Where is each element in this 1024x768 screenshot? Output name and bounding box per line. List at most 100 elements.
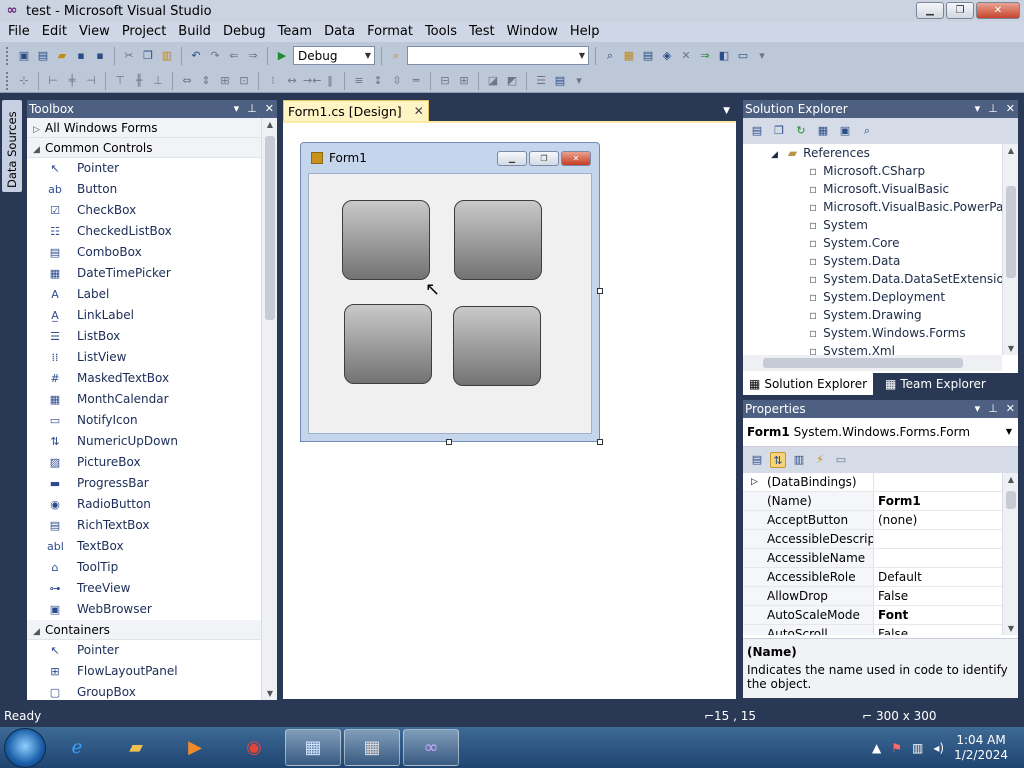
scrollbar-thumb[interactable] xyxy=(1006,491,1016,509)
toolbox-item-checkbox[interactable]: ☑ CheckBox xyxy=(27,200,261,221)
close-icon[interactable]: ✕ xyxy=(265,100,274,118)
property-row[interactable]: AccessibleRole Default xyxy=(743,568,1002,587)
property-value[interactable]: Form1 xyxy=(874,492,921,510)
start-page-icon[interactable]: ⇒ xyxy=(697,48,713,64)
toolbox-item-progressbar[interactable]: ▬ ProgressBar xyxy=(27,473,261,494)
toolbox-item-monthcalendar[interactable]: ▦ MonthCalendar xyxy=(27,389,261,410)
clock[interactable]: 1:04 AM 1/2/2024 xyxy=(954,733,1008,763)
property-row[interactable]: (Name) Form1 xyxy=(743,492,1002,511)
solution-explorer-vscrollbar[interactable]: ▲ ▼ xyxy=(1002,144,1018,355)
align-bottoms-icon[interactable]: ⊥ xyxy=(150,73,166,89)
toolbox-item-listview[interactable]: ⁞⁞ ListView xyxy=(27,347,261,368)
view-code-icon[interactable]: ▦ xyxy=(815,123,831,139)
rounded-button-1[interactable] xyxy=(342,200,430,280)
property-row[interactable]: ▷ (DataBindings) xyxy=(743,473,1002,492)
form-client-area[interactable] xyxy=(308,173,592,434)
window-position-dropdown-icon[interactable]: ▾ xyxy=(975,100,981,118)
navigate-forward-icon[interactable]: ⇒ xyxy=(245,48,261,64)
make-same-size-icon[interactable]: ⊞ xyxy=(217,73,233,89)
menu-data[interactable]: Data xyxy=(318,22,361,42)
scrollbar-thumb[interactable] xyxy=(763,358,963,368)
decrease-horizontal-spacing-icon[interactable]: →← xyxy=(303,73,321,89)
toolbox-item-listbox[interactable]: ☰ ListBox xyxy=(27,326,261,347)
toolbox-item-tooltip[interactable]: ⌂ ToolTip xyxy=(27,557,261,578)
categorized-icon[interactable]: ▤ xyxy=(749,452,765,468)
menu-file[interactable]: File xyxy=(2,22,36,42)
align-rights-icon[interactable]: ⊣ xyxy=(83,73,99,89)
property-row[interactable]: AcceptButton (none) xyxy=(743,511,1002,530)
paste-icon[interactable]: ▥ xyxy=(159,48,175,64)
center-vertically-icon[interactable]: ⊞ xyxy=(456,73,472,89)
remote-desktop-icon[interactable]: ▦ xyxy=(285,729,341,766)
chrome-icon[interactable]: ◉ xyxy=(226,729,282,766)
tree-node-folder[interactable]: ◢ ▰ References xyxy=(743,144,1002,162)
tab-order-icon[interactable]: ☰ xyxy=(533,73,549,89)
visual-studio-taskbar-icon[interactable]: ∞ xyxy=(403,729,459,766)
find-icon[interactable]: ⌕ xyxy=(602,48,618,64)
remove-horizontal-spacing-icon[interactable]: ‖ xyxy=(322,73,338,89)
toolbox-item-combobox[interactable]: ▤ ComboBox xyxy=(27,242,261,263)
property-row[interactable]: AllowDrop False xyxy=(743,587,1002,606)
file-explorer-icon[interactable]: ▰ xyxy=(108,729,164,766)
tree-node-reference[interactable]: ▫ Microsoft.VisualBasic xyxy=(743,180,1002,198)
property-row[interactable]: AccessibleName xyxy=(743,549,1002,568)
rounded-button-3[interactable] xyxy=(344,304,432,384)
tree-node-reference[interactable]: ▫ Microsoft.CSharp xyxy=(743,162,1002,180)
tree-node-reference[interactable]: ▫ Microsoft.VisualBasic.PowerPacks xyxy=(743,198,1002,216)
toolbar-grip[interactable] xyxy=(6,71,9,90)
form-maximize-button[interactable]: ❐ xyxy=(529,151,559,166)
solution-configuration-dropdown[interactable]: Debug ▼ xyxy=(293,46,375,65)
scroll-up-icon[interactable]: ▲ xyxy=(1003,146,1019,155)
menu-test[interactable]: Test xyxy=(463,22,501,42)
extension-manager-icon[interactable]: ◧ xyxy=(716,48,732,64)
undo-icon[interactable]: ↶ xyxy=(188,48,204,64)
toolbox-category[interactable]: ◢ Common Controls xyxy=(27,138,261,158)
make-horizontal-spacing-equal-icon[interactable]: ⁝ xyxy=(265,73,281,89)
toolbar-options-icon[interactable]: ▾ xyxy=(754,48,770,64)
toolbox-item-pointer[interactable]: ↖ Pointer xyxy=(27,640,261,661)
auto-hide-pin-icon[interactable]: ⊥ xyxy=(988,100,998,118)
toolbox-item-label[interactable]: A Label xyxy=(27,284,261,305)
remove-vertical-spacing-icon[interactable]: ═ xyxy=(408,73,424,89)
events-icon[interactable]: ⚡ xyxy=(812,452,828,468)
view-class-diagram-icon[interactable]: ⌕ xyxy=(859,123,875,139)
scroll-down-icon[interactable]: ▼ xyxy=(262,689,278,698)
object-browser-icon[interactable]: ◈ xyxy=(659,48,675,64)
center-horizontally-icon[interactable]: ⊟ xyxy=(437,73,453,89)
menu-build[interactable]: Build xyxy=(172,22,217,42)
tab-team-explorer[interactable]: ▦ Team Explorer xyxy=(879,373,992,395)
toolbox-item-numericupdown[interactable]: ⇅ NumericUpDown xyxy=(27,431,261,452)
navigate-backward-icon[interactable]: ⇐ xyxy=(226,48,242,64)
align-centers-icon[interactable]: ╪ xyxy=(64,73,80,89)
resize-handle-bottom[interactable] xyxy=(446,439,452,445)
toolbox-item-picturebox[interactable]: ▨ PictureBox xyxy=(27,452,261,473)
toolbox-item-textbox[interactable]: abl TextBox xyxy=(27,536,261,557)
rounded-button-2[interactable] xyxy=(454,200,542,280)
active-files-dropdown-icon[interactable]: ▼ xyxy=(723,106,730,116)
make-vertical-spacing-equal-icon[interactable]: ≡ xyxy=(351,73,367,89)
save-all-icon[interactable]: ▪ xyxy=(92,48,108,64)
start-debugging-icon[interactable]: ▶ xyxy=(274,48,290,64)
rounded-button-4[interactable] xyxy=(453,306,541,386)
property-value[interactable]: Default xyxy=(874,568,922,586)
close-icon[interactable]: ✕ xyxy=(1006,400,1015,418)
app-window-icon[interactable]: ▦ xyxy=(344,729,400,766)
form-minimize-button[interactable]: ▁ xyxy=(497,151,527,166)
menu-format[interactable]: Format xyxy=(361,22,419,42)
find-in-files-icon[interactable]: ⌕ xyxy=(388,48,404,64)
minimize-button[interactable]: ▁ xyxy=(916,2,944,19)
collapsed-triangle-icon[interactable]: ▷ xyxy=(751,473,758,491)
menu-tools[interactable]: Tools xyxy=(419,22,463,42)
network-icon[interactable]: ▥ xyxy=(912,741,923,755)
redo-icon[interactable]: ↷ xyxy=(207,48,223,64)
tree-node-reference[interactable]: ▫ System xyxy=(743,216,1002,234)
internet-explorer-icon[interactable]: ℯ xyxy=(49,729,105,766)
add-item-icon[interactable]: ▤ xyxy=(35,48,51,64)
action-center-icon[interactable]: ⚑ xyxy=(891,741,902,755)
increase-vertical-spacing-icon[interactable]: ↕ xyxy=(370,73,386,89)
property-value[interactable]: False xyxy=(874,587,908,605)
lock-controls-icon[interactable]: ▤ xyxy=(552,73,568,89)
toolbox-item-richtextbox[interactable]: ▤ RichTextBox xyxy=(27,515,261,536)
toolbox-item-groupbox[interactable]: ▢ GroupBox xyxy=(27,682,261,700)
command-window-icon[interactable]: ▭ xyxy=(735,48,751,64)
